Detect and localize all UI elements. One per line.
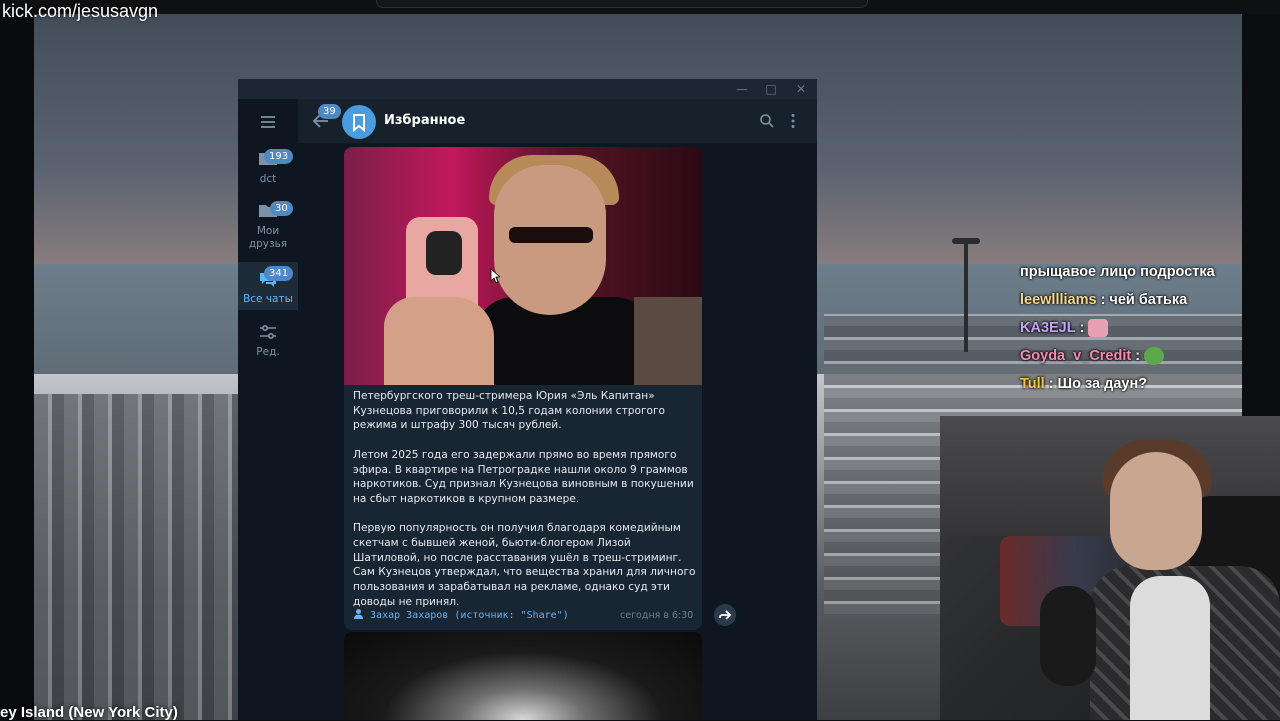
left-strip bbox=[0, 14, 34, 720]
message-text: Петербургского треш-стримера Юрия «Эль К… bbox=[353, 389, 697, 624]
folder-sidebar: 193 dct 30 Мои друзья 341 Все чаты Ред. bbox=[238, 99, 298, 720]
streamer-webcam bbox=[940, 416, 1280, 720]
photo-hand bbox=[384, 297, 494, 385]
chat-separator: : bbox=[1048, 376, 1054, 392]
address-bar[interactable] bbox=[376, 0, 868, 8]
location-caption: ey Island (New York City) bbox=[0, 704, 178, 721]
chat-message: leewllliams : чей батька bbox=[1020, 286, 1250, 314]
minimize-icon[interactable]: — bbox=[734, 81, 750, 97]
microphone bbox=[1040, 586, 1096, 686]
unread-badge: 341 bbox=[264, 266, 294, 281]
search-icon[interactable] bbox=[759, 113, 775, 129]
folder-my-friends[interactable]: 30 Мои друзья bbox=[238, 199, 298, 259]
pink-emote-icon bbox=[1088, 319, 1109, 337]
chat-header: 39 Избранное bbox=[298, 99, 817, 144]
streamer-head bbox=[1110, 452, 1202, 570]
chat-separator: : bbox=[1079, 320, 1085, 336]
photo-sunglasses bbox=[509, 227, 593, 243]
chat-username: leewllliams bbox=[1020, 292, 1097, 308]
maximize-icon[interactable]: □ bbox=[763, 81, 779, 97]
chat-username: Goyda_v_Credit bbox=[1020, 348, 1132, 364]
chat-message: прыщавое лицо подростка bbox=[1020, 258, 1250, 286]
user-icon bbox=[354, 609, 363, 619]
author-name: Захар Захаров (источник: "Share") bbox=[370, 610, 569, 621]
folder-label: Ред. bbox=[256, 346, 280, 358]
browser-top-strip bbox=[0, 0, 1280, 14]
telegram-window: — □ ✕ 193 dct 30 Мои друзья 341 Все чаты… bbox=[238, 79, 817, 720]
folder-all-chats[interactable]: 341 Все чаты bbox=[238, 262, 298, 310]
bookmark-icon bbox=[353, 114, 365, 133]
message-paragraph: Петербургского треш-стримера Юрия «Эль К… bbox=[353, 390, 666, 432]
window-titlebar: — □ ✕ bbox=[238, 79, 817, 99]
folder-label: Мои друзья bbox=[248, 225, 288, 250]
message-bubble[interactable]: Петербургского треш-стримера Юрия «Эль К… bbox=[344, 147, 702, 630]
folder-label: Все чаты bbox=[243, 293, 293, 305]
stream-chat: прыщавое лицо подростка leewllliams : че… bbox=[1020, 258, 1250, 398]
chat-text: чей батька bbox=[1109, 292, 1188, 308]
unread-badge: 30 bbox=[270, 201, 293, 216]
folder-edit[interactable]: Ред. bbox=[238, 321, 298, 361]
message-footer: Захар Захаров (источник: "Share") сегодн… bbox=[353, 608, 693, 624]
more-vertical-icon[interactable] bbox=[790, 113, 796, 129]
chat-title[interactable]: Избранное bbox=[384, 113, 465, 128]
parachute-tower bbox=[964, 242, 968, 352]
chat-separator: : bbox=[1100, 292, 1106, 308]
chat-username: Tull bbox=[1020, 376, 1045, 392]
unread-badge: 39 bbox=[318, 104, 341, 119]
photo-arm bbox=[634, 297, 702, 385]
message-time: сегодня в 6:30 bbox=[620, 610, 694, 621]
forwarded-author[interactable]: Захар Захаров (источник: "Share") bbox=[353, 608, 569, 621]
message-photo[interactable] bbox=[344, 147, 702, 385]
mouse-cursor-icon bbox=[490, 268, 500, 284]
message-list: Петербургского треш-стримера Юрия «Эль К… bbox=[298, 144, 817, 720]
chat-message: Tull : Шо за даун? bbox=[1020, 370, 1250, 398]
unread-badge: 193 bbox=[264, 149, 294, 164]
chat-text: Шо за даун? bbox=[1057, 376, 1148, 392]
photo-phone-camera bbox=[426, 231, 462, 275]
folder-dct[interactable]: 193 dct bbox=[238, 147, 298, 195]
back-button[interactable]: 39 bbox=[306, 104, 341, 133]
share-arrow-icon bbox=[719, 610, 732, 620]
parachute-tower-top bbox=[952, 238, 980, 244]
streamer-shirt bbox=[1130, 576, 1210, 720]
chat-username: KA3EJL bbox=[1020, 320, 1076, 336]
chat-message: Goyda_v_Credit : bbox=[1020, 342, 1250, 370]
city-left bbox=[34, 394, 244, 720]
chat-message: KA3EJL : bbox=[1020, 314, 1250, 342]
menu-button[interactable] bbox=[238, 111, 298, 135]
channel-url: kick.com/jesusavgn bbox=[2, 1, 159, 21]
hamburger-icon bbox=[261, 116, 275, 128]
chat-separator: : bbox=[1135, 348, 1141, 364]
close-icon[interactable]: ✕ bbox=[793, 81, 809, 97]
message-paragraph: Первую популярность он получил благодаря… bbox=[353, 522, 696, 608]
chat-text: прыщавое лицо подростка bbox=[1020, 264, 1215, 280]
message-paragraph: Летом 2025 года его задержали прямо во в… bbox=[353, 448, 694, 505]
pepe-emote-icon bbox=[1144, 347, 1165, 365]
sliders-icon bbox=[260, 325, 276, 340]
folder-label: dct bbox=[259, 173, 277, 185]
saved-messages-avatar[interactable] bbox=[342, 105, 376, 139]
forward-button[interactable] bbox=[714, 604, 736, 626]
next-message-photo[interactable] bbox=[344, 632, 702, 720]
